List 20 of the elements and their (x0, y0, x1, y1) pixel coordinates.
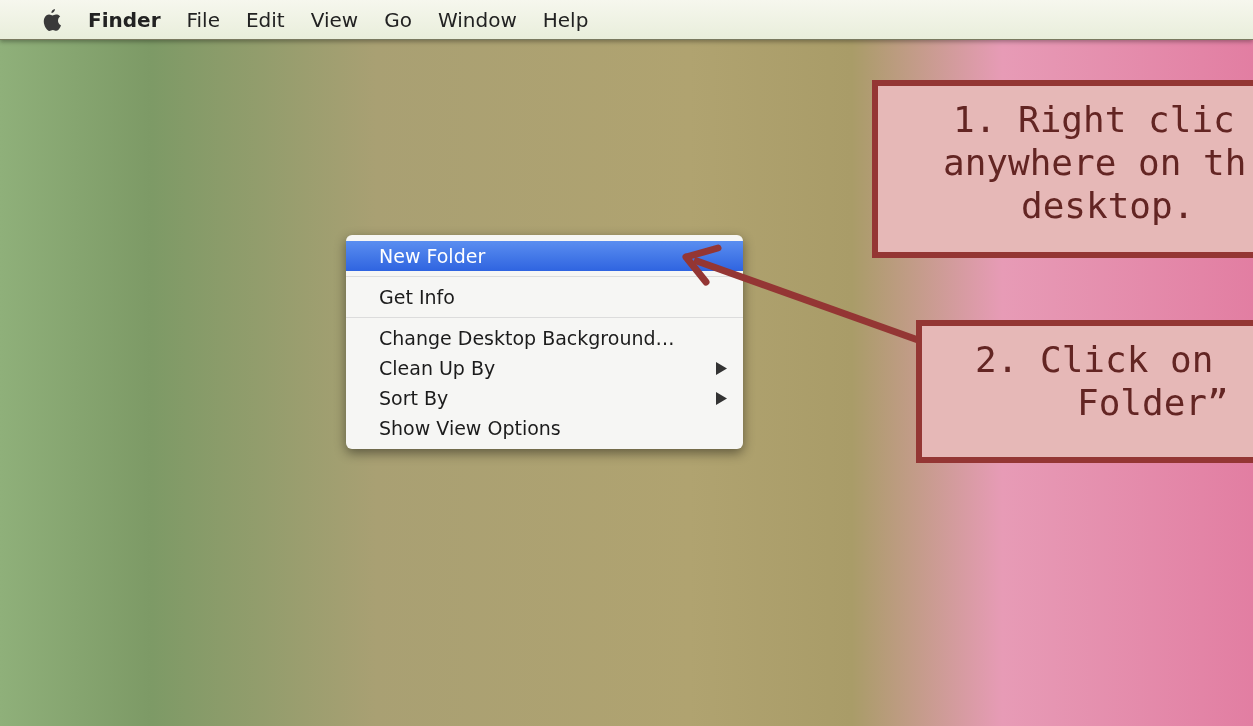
callout-text: Folder” (1076, 381, 1230, 424)
menu-bar-item[interactable]: View (310, 4, 359, 35)
callout-text: 2. Click on (974, 338, 1215, 381)
menu-item[interactable]: Show View Options (346, 413, 743, 443)
callout-text: anywhere on th (942, 141, 1248, 184)
menu-item[interactable]: Sort By (346, 383, 743, 413)
menu-bar-item[interactable]: Help (542, 4, 589, 35)
callout-text: desktop. (1020, 184, 1196, 227)
menu-bar-item[interactable]: File (186, 4, 220, 35)
callout-text: 1. Right clic (952, 98, 1236, 141)
menu-bar-item[interactable]: Window (437, 4, 517, 35)
menu-bar-item[interactable]: Edit (245, 4, 285, 35)
submenu-triangle-icon (716, 361, 727, 375)
menu-bar-item[interactable]: Go (384, 4, 412, 35)
menu-item[interactable]: Change Desktop Background… (346, 323, 743, 353)
menu-item[interactable]: New Folder (346, 241, 743, 271)
submenu-triangle-icon (716, 391, 727, 405)
menu-item[interactable]: Clean Up By (346, 353, 743, 383)
menu-item[interactable]: Get Info (346, 282, 743, 312)
menu-bar-item[interactable]: Finder (88, 4, 161, 35)
